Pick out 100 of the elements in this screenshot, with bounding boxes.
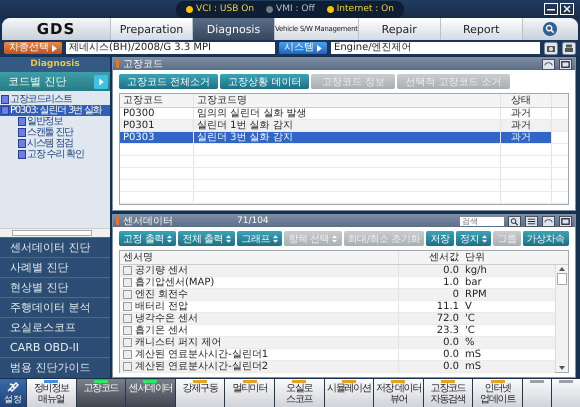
play-icon[interactable] <box>94 74 108 88</box>
nav-tab[interactable]: Diagnosis <box>192 18 274 40</box>
column-header[interactable]: 센서값 <box>399 251 462 264</box>
scroll-down-icon[interactable] <box>559 366 565 370</box>
checkbox[interactable] <box>123 314 132 323</box>
nav-tab[interactable]: Preparation <box>110 18 192 40</box>
table-cell: 과거 <box>501 120 552 131</box>
scroll-thumb[interactable] <box>557 273 567 285</box>
column-header[interactable]: 상태 <box>501 94 552 107</box>
sidebar-item[interactable]: 센서데이터 진단 <box>0 237 110 257</box>
system-field[interactable]: Engine/엔진제어 <box>331 42 540 54</box>
sidebar-item[interactable]: 범용 진단가이드 <box>0 357 110 377</box>
function-button[interactable]: 저장 데이터 뷰어 <box>374 379 423 407</box>
panel-title: 센서데이터 <box>123 215 173 228</box>
sidebar-active-item[interactable]: 코드별 진단 <box>0 72 110 91</box>
table-cell-text: V <box>464 301 473 312</box>
checkbox[interactable] <box>123 278 132 287</box>
status-indicator: Internet : On <box>326 4 394 14</box>
function-button[interactable]: 오실로 스코프 <box>274 379 324 407</box>
table-row[interactable]: P0301 실린더 1번 실화 감지 과거 <box>120 120 568 132</box>
maximize-icon[interactable] <box>559 216 572 226</box>
table-row[interactable]: P0303 실린더 3번 실화 감지 과거 <box>120 132 568 144</box>
function-button[interactable]: 강제구동 <box>176 379 224 407</box>
scroll-up-icon[interactable] <box>559 267 565 271</box>
table-cell-text: 0.0 <box>442 337 460 348</box>
checkbox[interactable] <box>123 362 132 371</box>
table-cell-text: 1.0 <box>442 277 460 288</box>
nav-tab[interactable]: Repair <box>358 18 440 40</box>
settings-button[interactable]: 설정 <box>0 379 26 407</box>
sidebar-item[interactable]: 현상별 진단 <box>0 277 110 297</box>
toolbar-button[interactable]: 정지 <box>456 231 492 246</box>
vehicle-field[interactable]: 제네시스(BH)/2008/G 3.3 MPI <box>66 42 275 54</box>
tree-item[interactable]: 고장코드리스트 <box>0 94 110 105</box>
table-cell: 실린더 1번 실화 감지 <box>194 120 501 131</box>
function-button[interactable]: 인터넷 업데이트 <box>473 379 522 407</box>
search-icon[interactable] <box>543 22 558 36</box>
function-button[interactable]: 정비정보 매뉴얼 <box>27 379 76 407</box>
search-icon[interactable] <box>508 216 521 226</box>
checkbox[interactable] <box>123 266 132 275</box>
function-button[interactable]: 고장코드 <box>76 379 126 407</box>
function-button[interactable]: 센서데이터 <box>126 379 175 407</box>
table-cell-text: bar <box>464 277 483 288</box>
toolbar-button[interactable]: 가상차속 <box>522 231 569 246</box>
panel-title: 고장코드 <box>123 58 163 71</box>
toolbar-button[interactable]: 저장 <box>426 231 454 246</box>
camera-icon[interactable] <box>544 42 558 54</box>
table-cell: P0303 <box>120 132 194 143</box>
toolbar-button[interactable]: 그래프 <box>237 231 282 246</box>
close-icon[interactable] <box>560 3 574 15</box>
function-button[interactable] <box>552 379 580 407</box>
toolbar-button[interactable]: 전체 출력 <box>178 231 236 246</box>
toolbar-button[interactable]: 고정 출력 <box>119 231 176 246</box>
column-header[interactable]: 고장코드 <box>120 94 194 107</box>
tree-item[interactable]: P0303: 실린더 3번 실화 <box>0 105 110 116</box>
search-field[interactable]: 검색 <box>460 216 504 226</box>
sidebar-item[interactable]: CARB OBD-II <box>0 337 110 357</box>
toolbar-button[interactable]: 고장코드 전체소거 <box>119 74 218 89</box>
table-cell-text: 0.0 <box>442 361 460 372</box>
checkbox[interactable] <box>123 302 132 311</box>
nav-tab[interactable]: Report <box>440 18 522 40</box>
scrollbar[interactable] <box>555 265 568 372</box>
table-cell-text: 72.0 <box>436 313 460 324</box>
sidebar-item[interactable]: 오실로스코프 <box>0 317 110 337</box>
table-cell: P0301 <box>120 120 194 131</box>
tree-item[interactable]: 시스템 점검 <box>0 138 110 149</box>
tree-item[interactable]: 일반정보 <box>0 116 110 127</box>
maximize-icon[interactable] <box>559 58 572 70</box>
function-button[interactable]: 고장코드 자동검색 <box>424 379 472 407</box>
tree-item[interactable]: 스캔툴 진단 <box>0 127 110 138</box>
function-button[interactable] <box>522 379 551 407</box>
checkbox[interactable] <box>123 290 132 299</box>
tree-item[interactable]: 고장 수리 확인 <box>0 149 110 160</box>
status-indicator: VCI : USB On <box>186 4 254 14</box>
checkbox[interactable] <box>123 350 132 359</box>
column-header[interactable]: 고장코드명 <box>194 94 501 107</box>
sidebar-item[interactable]: 주행데이터 분석 <box>0 297 110 317</box>
system-button[interactable]: 시스템 <box>279 42 327 54</box>
function-button[interactable]: 시뮬레이션 <box>324 379 374 407</box>
list-icon[interactable] <box>525 216 538 226</box>
item-count: 71/104 <box>237 216 269 226</box>
column-header[interactable]: 센서명 <box>120 251 399 264</box>
table-cell: 계산된 연료분사시간-실린더1 <box>135 349 268 360</box>
table-cell: 캐니스터 퍼지 제어 <box>135 337 222 348</box>
function-button[interactable]: 멀티미터 <box>225 379 274 407</box>
table-cell-text: 11.1 <box>436 301 460 312</box>
table-cell-text: % <box>464 337 476 348</box>
arrow-icon <box>52 44 57 52</box>
print-icon[interactable] <box>562 42 576 54</box>
toolbar-button[interactable]: 고장상황 데이터 <box>220 74 310 89</box>
column-header[interactable]: 단위 <box>462 251 555 264</box>
table-cell: 흡기압센서(MAP) <box>135 277 214 288</box>
checkbox[interactable] <box>123 326 132 335</box>
minimize-icon[interactable] <box>544 3 558 15</box>
scroll-thumb[interactable] <box>12 230 92 236</box>
scrollbar[interactable] <box>0 228 110 237</box>
sidebar-title: Diagnosis <box>0 57 110 72</box>
checkbox[interactable] <box>123 338 132 347</box>
logo: GDS <box>36 19 76 40</box>
sidebar-item[interactable]: 사례별 진단 <box>0 257 110 277</box>
table-cell: 임의의 실린더 실화 발생 <box>194 108 501 119</box>
